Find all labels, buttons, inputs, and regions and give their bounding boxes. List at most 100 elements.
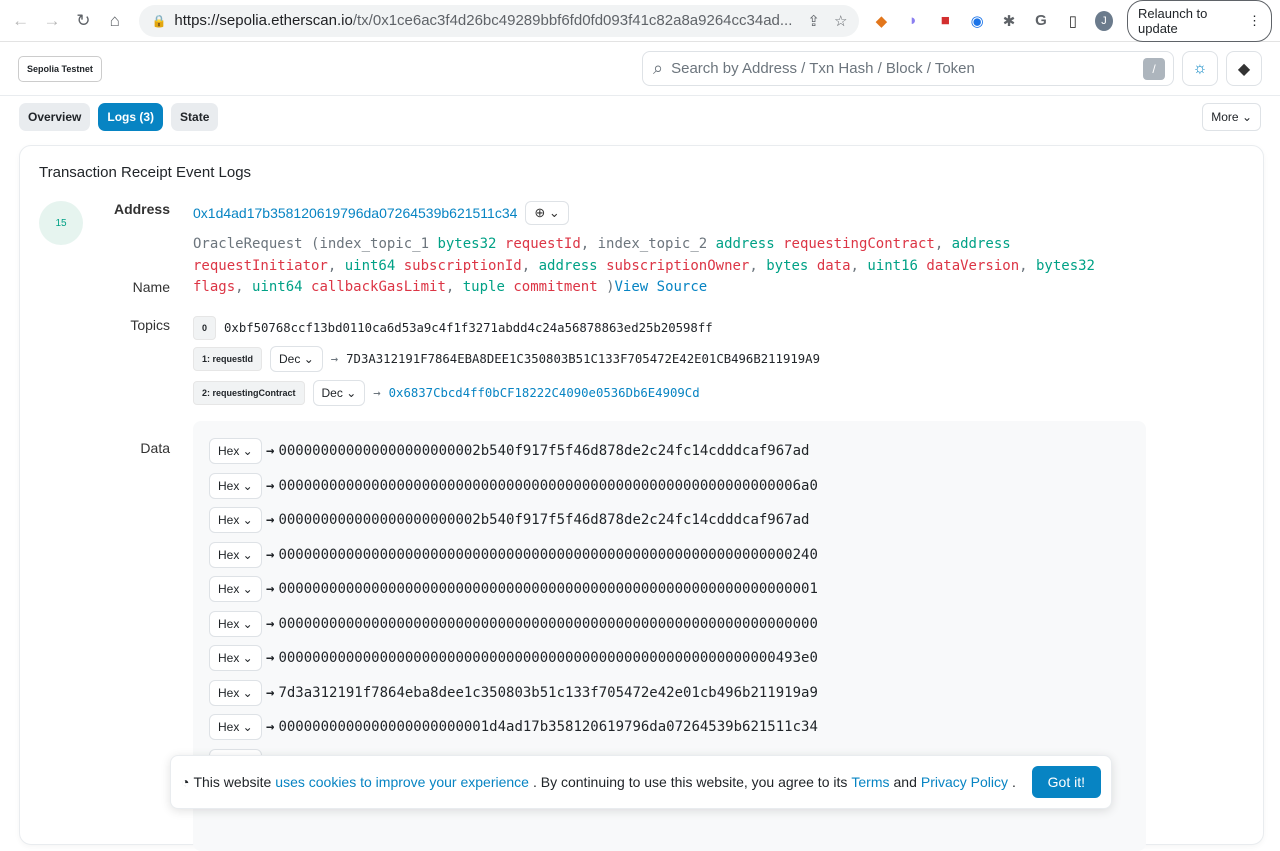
slash-shortcut: / <box>1143 57 1165 80</box>
param-name: flags <box>193 279 236 295</box>
extension-icon[interactable]: ◗ <box>903 12 923 29</box>
kebab-icon: ⋮ <box>1247 12 1261 28</box>
data-row: Hex ⌄ → 000000000000000000000002b540f917f5… <box>209 434 1130 469</box>
cookies-link[interactable]: uses cookies to improve your experience <box>275 774 529 790</box>
event-name: OracleRequest <box>193 236 303 252</box>
arrow-icon: → <box>266 546 275 563</box>
tab-logs[interactable]: Logs (3) <box>98 103 164 131</box>
arrow-icon: → <box>330 352 339 366</box>
arrow-icon: → <box>266 719 275 736</box>
log-index-badge: 15 <box>39 201 83 245</box>
format-select[interactable]: Hex ⌄ <box>209 576 262 603</box>
topics-label: Topics <box>130 317 170 333</box>
ethereum-icon[interactable]: ◆ <box>1226 51 1262 86</box>
format-select[interactable]: Hex ⌄ <box>209 541 262 568</box>
avatar[interactable]: J <box>1094 10 1113 31</box>
site-header: Sepolia Testnet ⌕ Search by Address / Tx… <box>0 42 1280 96</box>
contract-link[interactable]: 0x6837Cbcd4ff0bCF18222C4090e0536Db6E4909… <box>389 386 700 400</box>
param-name: subscriptionOwner <box>606 257 750 274</box>
format-select[interactable]: Hex ⌄ <box>209 679 262 706</box>
address-bar[interactable]: 🔒 https://sepolia.etherscan.io/tx/0x1ce6… <box>139 4 860 37</box>
tab-state[interactable]: State <box>171 103 219 131</box>
arrow-icon: → <box>266 512 275 529</box>
sidepanel-icon[interactable]: ▯ <box>1063 12 1083 30</box>
format-select[interactable]: Hex ⌄ <box>209 438 262 465</box>
format-select[interactable]: Hex ⌄ <box>209 714 262 741</box>
format-select[interactable]: Hex ⌄ <box>209 472 262 499</box>
param-name: requestingContract <box>783 236 935 252</box>
tab-overview[interactable]: Overview <box>19 103 91 131</box>
param-type: bytes32 <box>1035 257 1095 274</box>
arrow-icon: → <box>373 386 381 400</box>
reload-icon[interactable]: ↻ <box>71 11 96 31</box>
param-name: callbackGasLimit <box>311 279 446 295</box>
topic-row: 2: requestingContract Dec ⌄ → 0x6837Cbcd… <box>193 380 700 406</box>
format-select[interactable]: Dec ⌄ <box>270 346 323 372</box>
got-it-button[interactable]: Got it! <box>1031 766 1101 798</box>
arrow-icon: → <box>266 615 275 632</box>
forward-icon[interactable]: → <box>39 11 64 31</box>
format-select[interactable]: Hex ⌄ <box>209 610 262 637</box>
event-logs-card: Transaction Receipt Event Logs 15 Addres… <box>19 145 1264 851</box>
param-type: uint16 <box>867 257 918 274</box>
format-select[interactable]: Dec ⌄ <box>312 380 366 406</box>
address-link[interactable]: 0x1d4ad17b358120619796da07264539b621511c… <box>193 205 517 221</box>
more-dropdown[interactable]: More ⌄ <box>1202 103 1261 131</box>
arrow-icon: → <box>266 477 275 494</box>
star-icon[interactable]: ☆ <box>834 12 847 30</box>
param-type: bytes <box>766 257 809 274</box>
puzzle-icon[interactable]: ✱ <box>999 12 1019 30</box>
extension-icon[interactable]: ◉ <box>967 12 987 30</box>
lock-icon: 🔒 <box>151 13 167 28</box>
data-row: Hex ⌄ → 0000000000000000000000000000000000… <box>209 572 1130 607</box>
topic-row: 1: requestId Dec ⌄ → 7D3A312191F7864EBA8… <box>193 346 820 372</box>
param-type: tuple <box>462 279 505 295</box>
arrow-icon: → <box>266 581 275 598</box>
privacy-link[interactable]: Privacy Policy <box>921 774 1008 790</box>
data-label: Data <box>140 440 170 456</box>
param-name: subscriptionId <box>403 257 522 274</box>
extension-icon[interactable]: ■ <box>935 12 955 29</box>
tabs: Overview Logs (3) State More ⌄ <box>0 96 1280 138</box>
cookie-banner: ◔ This website uses cookies to improve y… <box>170 755 1112 809</box>
topic-row: 0 0xbf50768ccf13bd0110ca6d53a9c4f1f3271a… <box>193 316 713 340</box>
search-input[interactable]: ⌕ Search by Address / Txn Hash / Block /… <box>642 51 1174 86</box>
arrow-icon: → <box>266 443 275 460</box>
back-icon[interactable]: ← <box>8 11 33 31</box>
data-row: Hex ⌄ → 0000000000000000000000000000000000… <box>209 538 1130 573</box>
terms-link[interactable]: Terms <box>851 774 889 790</box>
home-icon[interactable]: ⌂ <box>102 11 127 31</box>
param-type: address <box>715 236 775 252</box>
arrow-icon: → <box>266 684 275 701</box>
relaunch-button[interactable]: Relaunch to update ⋮ <box>1127 0 1272 42</box>
param-name: requestId <box>504 236 581 252</box>
data-row: Hex ⌄ → 0000000000000000000000000000000000… <box>209 469 1130 504</box>
zoom-dropdown[interactable]: ⊕ ⌄ <box>525 201 569 225</box>
card-title: Transaction Receipt Event Logs <box>39 164 252 181</box>
arrow-icon: → <box>266 650 275 667</box>
metamask-icon[interactable]: ◆ <box>871 12 891 30</box>
cookie-icon: ◔ <box>181 774 190 790</box>
format-select[interactable]: Hex ⌄ <box>209 645 262 672</box>
google-icon[interactable]: G <box>1031 12 1051 29</box>
param-type: uint64 <box>344 257 396 274</box>
param-type: address <box>951 236 1011 252</box>
format-select[interactable]: Hex ⌄ <box>209 507 262 534</box>
browser-toolbar: ← → ↻ ⌂ 🔒 https://sepolia.etherscan.io/t… <box>0 0 1280 42</box>
search-icon: ⌕ <box>653 58 664 78</box>
param-name: dataVersion <box>926 257 1020 274</box>
param-name: data <box>816 257 851 274</box>
magnifier-icon: ⊕ <box>534 205 546 220</box>
data-row: Hex ⌄ → 0000000000000000000000001d4ad17b35… <box>209 710 1130 745</box>
theme-toggle-button[interactable]: ☼ <box>1182 51 1218 86</box>
param-name: requestInitiator <box>193 257 328 274</box>
data-row: Hex ⌄ → 0000000000000000000000000000000000… <box>209 641 1130 676</box>
view-source-link[interactable]: View Source <box>615 279 708 295</box>
network-badge: Sepolia Testnet <box>18 55 102 82</box>
share-icon[interactable]: ⇪ <box>807 12 820 30</box>
data-row: Hex ⌄ → 0000000000000000000000000000000000… <box>209 607 1130 642</box>
param-type: bytes32 <box>437 236 497 252</box>
address-label: Address <box>113 201 170 217</box>
data-row: Hex ⌄ → 000000000000000000000002b540f917f5… <box>209 503 1130 538</box>
data-row: Hex ⌄ → 7d3a312191f7864eba8dee1c350803b51c… <box>209 676 1130 711</box>
